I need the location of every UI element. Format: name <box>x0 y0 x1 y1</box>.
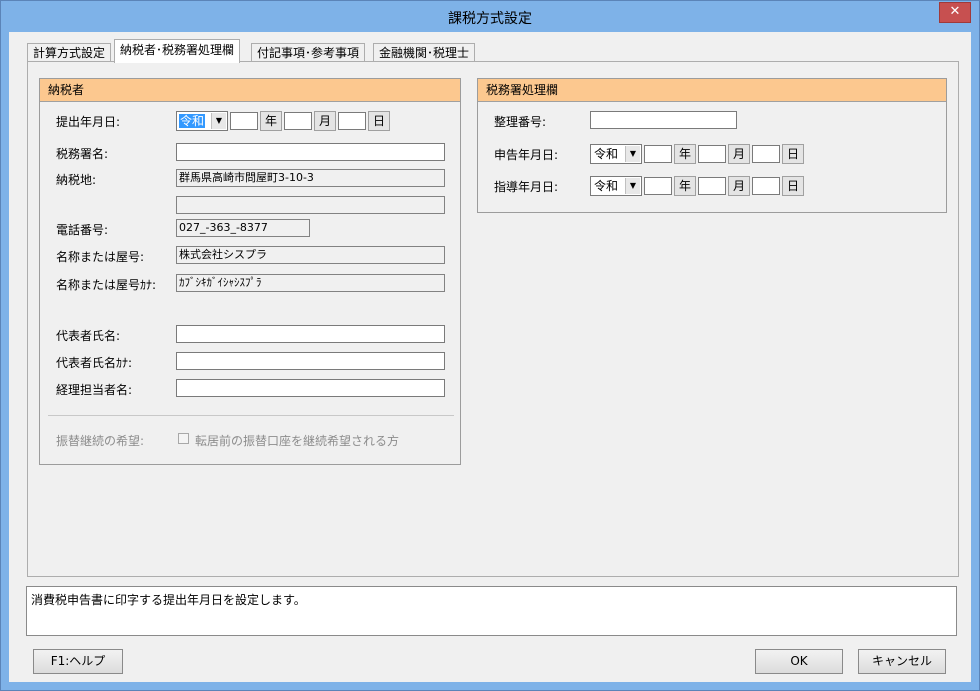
rep-kana-label: 代表者氏名ｶﾅ: <box>56 356 133 370</box>
taxpayer-group: 納税者 提出年月日: 令和 ▼ 年 月 日 税務署名: 納税地: 群馬県高崎市問… <box>39 78 461 465</box>
guidance-day-input[interactable] <box>752 177 780 195</box>
guidance-year-input[interactable] <box>644 177 672 195</box>
guidance-month-input[interactable] <box>698 177 726 195</box>
submit-era-value: 令和 <box>179 114 206 128</box>
guidance-era-select[interactable]: 令和 ▼ <box>590 176 642 196</box>
name-kana-field: ｶﾌﾞｼｷｶﾞｲｼｬｼｽﾌﾟﾗ <box>176 274 445 292</box>
day-unit-label: 日 <box>782 176 804 196</box>
ok-button[interactable]: OK <box>755 649 843 674</box>
tab-calculation-method[interactable]: 計算方式設定 <box>27 43 112 62</box>
address-line1-field: 群馬県高崎市問屋町3-10-3 <box>176 169 445 187</box>
guidance-date-label: 指導年月日: <box>494 180 559 194</box>
tax-office-group-header: 税務署処理欄 <box>478 79 946 102</box>
transfer-checkbox-label: 転居前の振替口座を継続希望される方 <box>195 434 400 448</box>
accountant-input[interactable] <box>176 379 445 397</box>
accountant-label: 経理担当者名: <box>56 383 133 397</box>
status-message-box: 消費税申告書に印字する提出年月日を設定します。 <box>26 586 957 636</box>
report-era-value: 令和 <box>594 147 619 161</box>
chevron-down-icon[interactable]: ▼ <box>625 146 640 162</box>
chevron-down-icon[interactable]: ▼ <box>625 178 640 194</box>
year-unit-label: 年 <box>674 144 696 164</box>
tax-office-group: 税務署処理欄 整理番号: 申告年月日: 令和 ▼ 年 月 日 指導年月日: 令和… <box>477 78 947 213</box>
chevron-down-icon[interactable]: ▼ <box>211 113 226 129</box>
month-unit-label: 月 <box>728 176 750 196</box>
address-label: 納税地: <box>56 173 97 187</box>
submit-year-input[interactable] <box>230 112 258 130</box>
help-button[interactable]: F1:ヘルプ <box>33 649 123 674</box>
name-field: 株式会社シスプラ <box>176 246 445 264</box>
submit-date-label: 提出年月日: <box>56 115 121 129</box>
address-line2-field <box>176 196 445 214</box>
transfer-label: 振替継続の希望: <box>56 434 145 448</box>
tab-taxpayer-office[interactable]: 納税者･税務署処理欄 <box>114 39 241 63</box>
report-year-input[interactable] <box>644 145 672 163</box>
cancel-button[interactable]: キャンセル <box>858 649 946 674</box>
title-bar[interactable]: 課税方式設定 ✕ <box>1 1 979 31</box>
day-unit-label: 日 <box>368 111 390 131</box>
phone-field: 027_-363_-8377 <box>176 219 310 237</box>
name-kana-label: 名称または屋号ｶﾅ: <box>56 278 157 292</box>
taxpayer-group-header: 納税者 <box>40 79 460 102</box>
tab-bank-accountant[interactable]: 金融機関･税理士 <box>373 43 476 62</box>
day-unit-label: 日 <box>782 144 804 164</box>
month-unit-label: 月 <box>314 111 336 131</box>
phone-label: 電話番号: <box>56 223 109 237</box>
month-unit-label: 月 <box>728 144 750 164</box>
year-unit-label: 年 <box>260 111 282 131</box>
tab-page-taxpayer-office: 納税者 提出年月日: 令和 ▼ 年 月 日 税務署名: 納税地: 群馬県高崎市問… <box>27 61 959 577</box>
tax-office-input[interactable] <box>176 143 445 161</box>
rep-name-label: 代表者氏名: <box>56 329 121 343</box>
tab-notes-reference[interactable]: 付記事項･参考事項 <box>251 43 366 62</box>
ref-no-label: 整理番号: <box>494 115 547 129</box>
report-day-input[interactable] <box>752 145 780 163</box>
report-date-label: 申告年月日: <box>494 148 559 162</box>
close-icon[interactable]: ✕ <box>939 2 971 23</box>
ref-no-input[interactable] <box>590 111 737 129</box>
tax-office-label: 税務署名: <box>56 147 109 161</box>
submit-era-select[interactable]: 令和 ▼ <box>176 111 228 131</box>
rep-kana-input[interactable] <box>176 352 445 370</box>
dialog-client-area: 計算方式設定 納税者･税務署処理欄 付記事項･参考事項 金融機関･税理士 納税者… <box>9 32 971 682</box>
submit-day-input[interactable] <box>338 112 366 130</box>
transfer-checkbox[interactable] <box>178 433 189 444</box>
group-divider <box>48 415 454 416</box>
submit-month-input[interactable] <box>284 112 312 130</box>
year-unit-label: 年 <box>674 176 696 196</box>
name-label: 名称または屋号: <box>56 250 145 264</box>
rep-name-input[interactable] <box>176 325 445 343</box>
report-month-input[interactable] <box>698 145 726 163</box>
guidance-era-value: 令和 <box>594 179 619 193</box>
dialog-window: 課税方式設定 ✕ 計算方式設定 納税者･税務署処理欄 付記事項･参考事項 金融機… <box>0 0 980 691</box>
window-title: 課税方式設定 <box>448 11 532 27</box>
report-era-select[interactable]: 令和 ▼ <box>590 144 642 164</box>
